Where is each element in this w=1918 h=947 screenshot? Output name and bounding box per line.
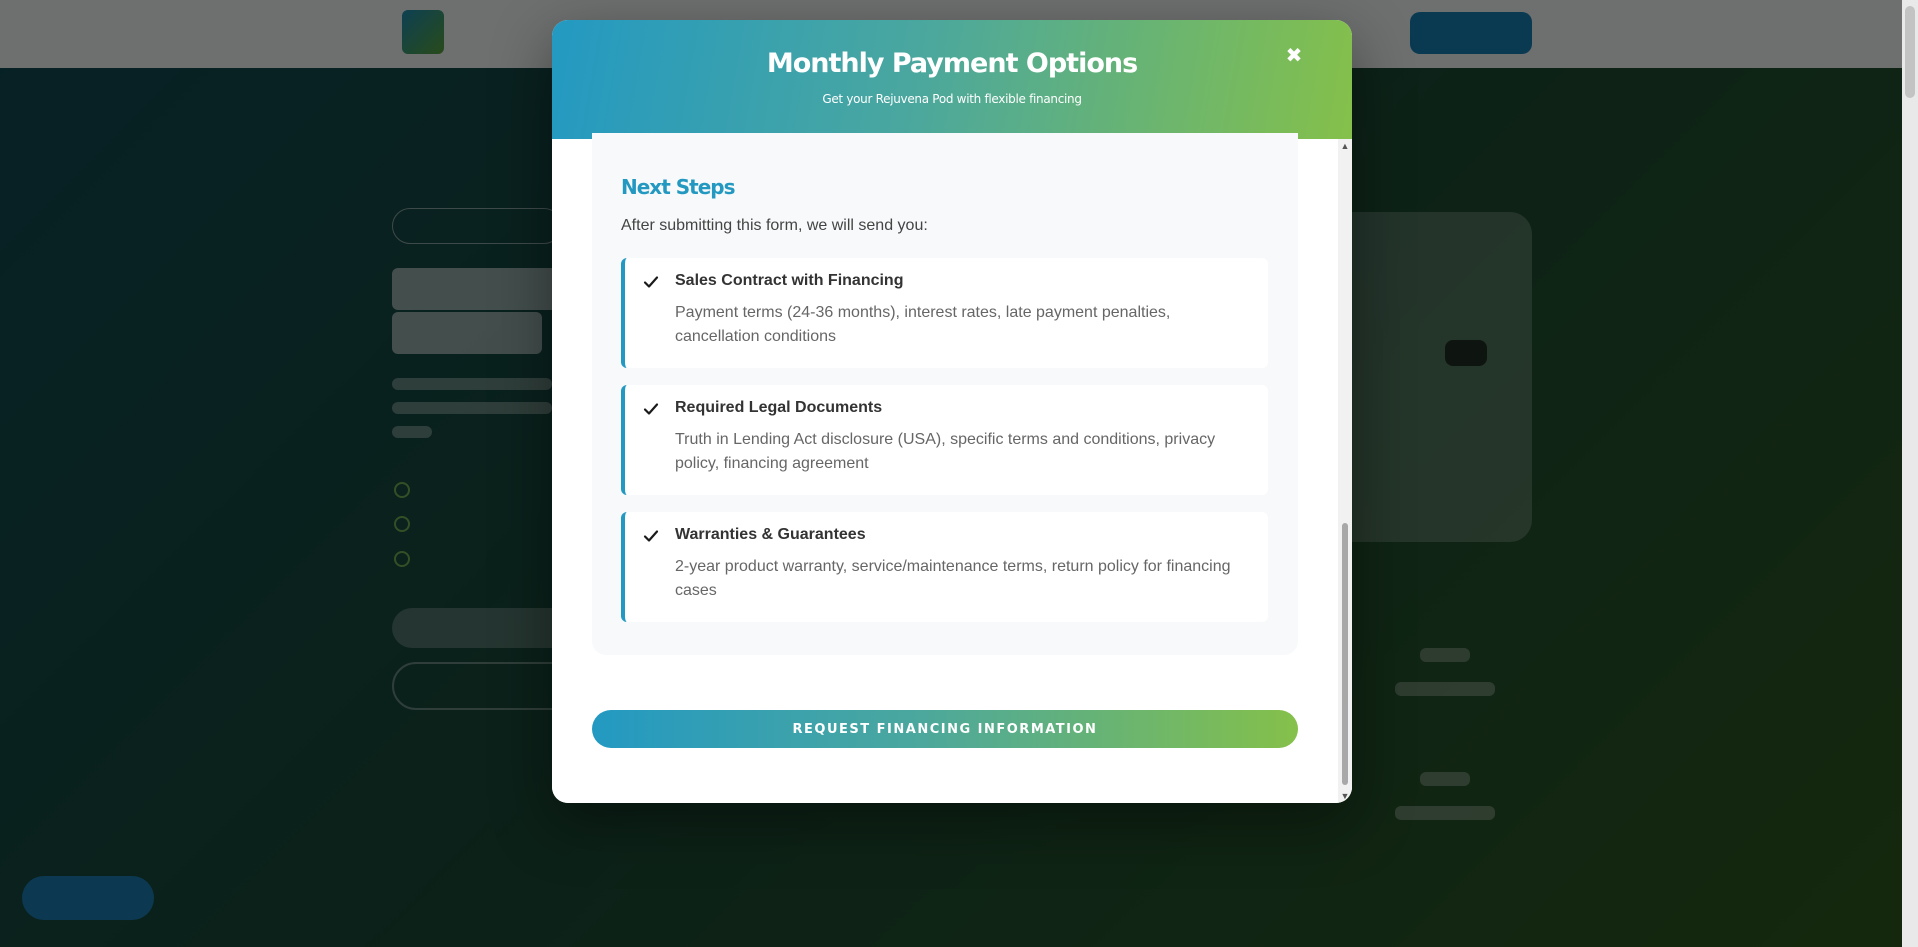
step-card: Required Legal Documents Truth in Lendin… (621, 385, 1268, 495)
modal-scrollbar-thumb[interactable] (1342, 523, 1348, 785)
modal-header: Monthly Payment Options Get your Rejuven… (552, 20, 1352, 139)
page-scrollbar-thumb[interactable] (1905, 6, 1915, 98)
modal-body: Next Steps After submitting this form, w… (552, 133, 1352, 803)
scroll-down-icon[interactable]: ▼ (1338, 789, 1352, 803)
next-steps-description: After submitting this form, we will send… (621, 217, 928, 234)
close-icon[interactable]: ✖ (1280, 42, 1308, 70)
step-title: Required Legal Documents (675, 399, 883, 416)
modal-scrollbar[interactable]: ▲ ▼ (1338, 139, 1352, 803)
modal-subtitle: Get your Rejuvena Pod with flexible fina… (822, 92, 1082, 106)
modal-title: Monthly Payment Options (766, 48, 1138, 79)
next-steps-title: Next Steps (621, 175, 735, 199)
request-financing-button[interactable]: REQUEST FINANCING INFORMATION (592, 710, 1298, 748)
financing-modal: Monthly Payment Options Get your Rejuven… (552, 20, 1352, 803)
step-title: Warranties & Guarantees (675, 526, 866, 543)
scroll-up-icon[interactable]: ▲ (1338, 139, 1352, 153)
check-icon (643, 276, 659, 288)
step-description: Payment terms (24-36 months), interest r… (675, 304, 1171, 345)
step-description: 2-year product warranty, service/mainten… (675, 558, 1231, 599)
check-icon (643, 530, 659, 542)
check-icon (643, 403, 659, 415)
step-card: Sales Contract with Financing Payment te… (621, 258, 1268, 368)
step-card: Warranties & Guarantees 2-year product w… (621, 512, 1268, 622)
step-description: Truth in Lending Act disclosure (USA), s… (675, 431, 1216, 472)
page-scrollbar[interactable] (1902, 0, 1918, 947)
step-title: Sales Contract with Financing (675, 272, 904, 289)
